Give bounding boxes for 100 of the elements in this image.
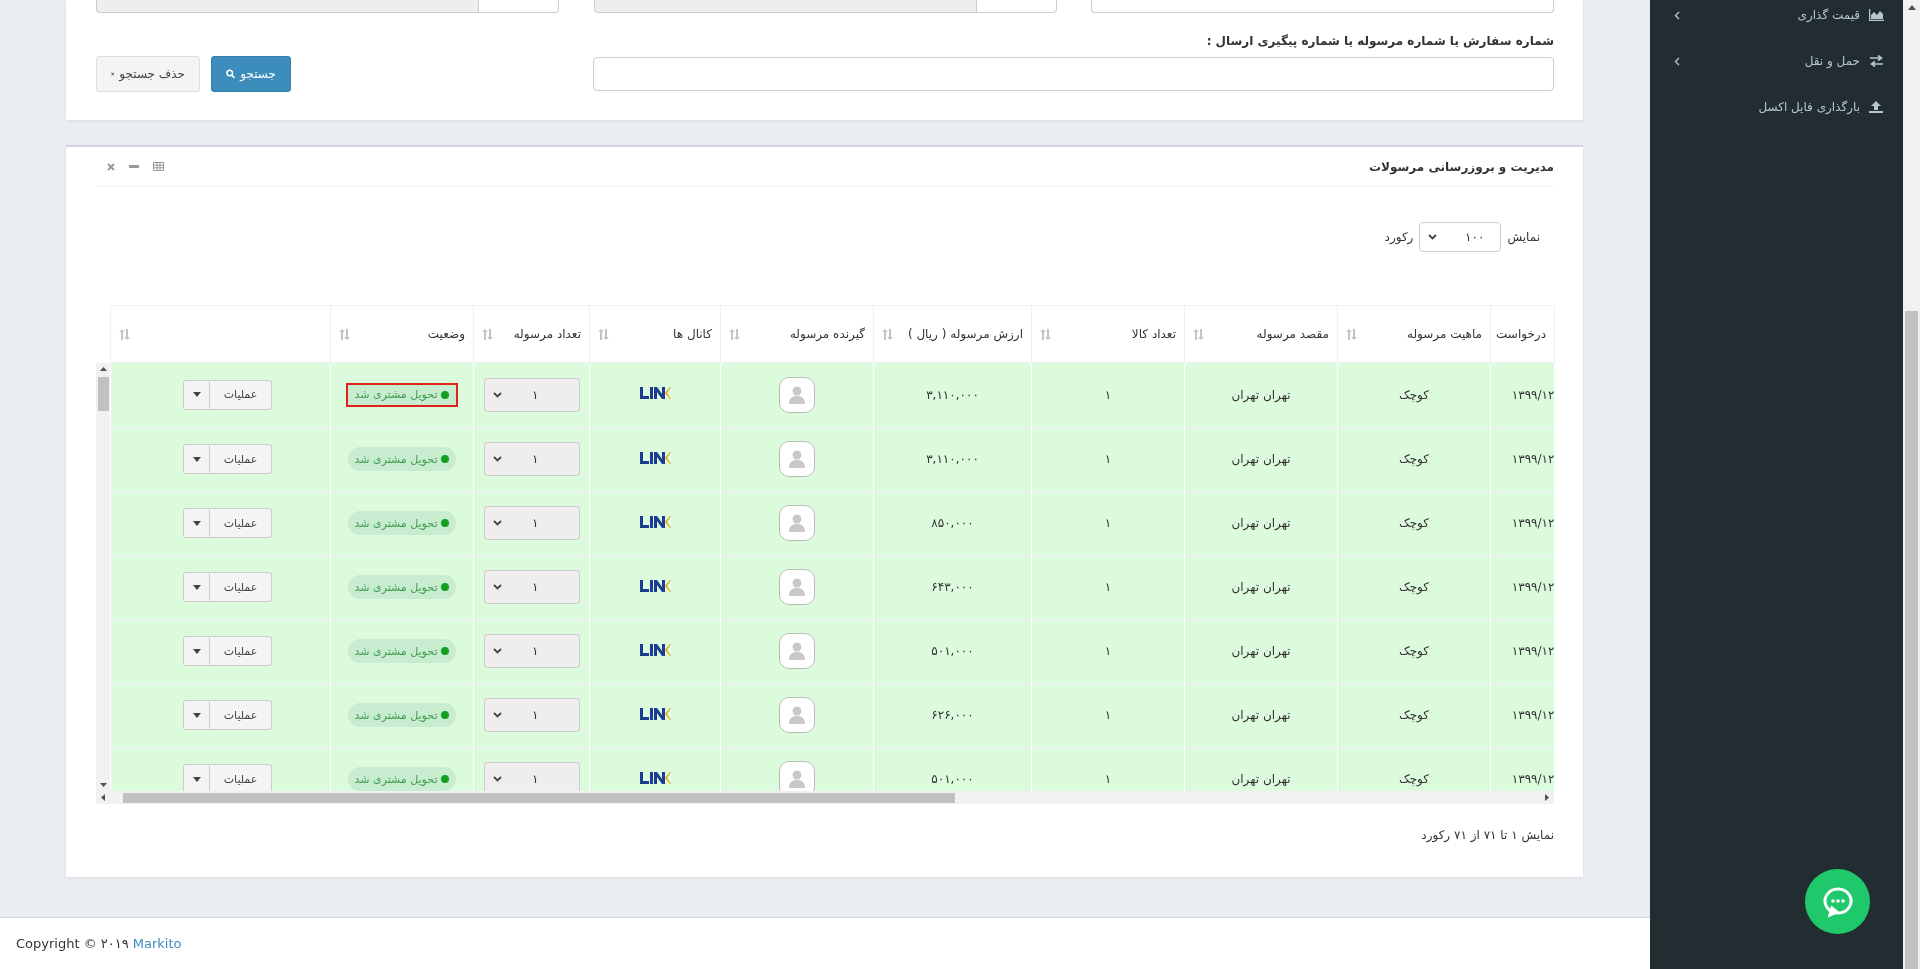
sort-icon[interactable] (1040, 328, 1051, 340)
avatar-button[interactable] (779, 633, 815, 669)
scrollbar-thumb[interactable] (97, 377, 109, 411)
scroll-up-icon[interactable] (1907, 5, 1916, 10)
table-cell: ۱ (1104, 516, 1112, 530)
scrollbar-thumb[interactable] (123, 792, 955, 803)
quantity-select[interactable]: ۱ (483, 506, 580, 540)
dropdown-toggle[interactable] (183, 636, 210, 666)
minimize-icon[interactable] (129, 165, 139, 168)
scroll-up-icon[interactable] (99, 367, 107, 371)
column-header[interactable]: گیرنده مرسوله (720, 305, 874, 363)
channel-logo (639, 578, 671, 593)
dropdown-toggle[interactable] (183, 572, 210, 602)
search-button[interactable]: جستجو (211, 56, 291, 92)
table-cell: ۱ (1104, 708, 1112, 722)
person-icon (789, 450, 805, 468)
dropdown-toggle[interactable] (183, 764, 210, 791)
operations-button[interactable]: عملیات (210, 572, 272, 602)
caret-icon (192, 392, 201, 398)
avatar-button[interactable] (779, 376, 815, 413)
operations-button[interactable]: عملیات (210, 764, 272, 791)
scrollbar-thumb[interactable] (1905, 311, 1918, 969)
avatar-button[interactable] (779, 505, 815, 541)
page-scrollbar[interactable] (1903, 0, 1920, 969)
vertical-scrollbar[interactable] (96, 363, 110, 791)
column-header[interactable]: ماهیت مرسوله (1337, 305, 1491, 363)
column-header[interactable]: وضعیت (330, 305, 474, 363)
sort-icon[interactable] (119, 328, 130, 340)
sidebar-item[interactable]: بارگذاری فایل اکسل (1650, 84, 1903, 130)
table-cell: ۱ (1104, 387, 1112, 402)
sort-icon[interactable] (482, 328, 493, 340)
input-field[interactable] (1091, 0, 1554, 13)
table-cell: کوچک (1398, 708, 1430, 722)
dropdown-toggle[interactable] (183, 700, 210, 730)
scroll-left-icon[interactable] (101, 794, 105, 801)
operations-button[interactable]: عملیات (210, 444, 272, 474)
person-icon (789, 385, 805, 404)
caret-icon (492, 648, 502, 654)
grid-icon[interactable] (153, 162, 164, 171)
caret-icon (492, 456, 502, 462)
channel-logo (639, 386, 671, 401)
table-cell: ۱ (1104, 772, 1112, 786)
person-icon (789, 514, 805, 532)
search-field[interactable] (593, 57, 1554, 91)
quantity-select[interactable]: ۱ (483, 762, 580, 791)
operations-button[interactable]: عملیات (210, 700, 272, 730)
sidebar-item[interactable]: حمل و نقل (1650, 38, 1903, 84)
page-size-select[interactable]: ۱۰۰ (1419, 222, 1502, 252)
avatar-button[interactable] (779, 441, 815, 477)
input-field[interactable] (593, 0, 977, 13)
scroll-right-icon[interactable] (1545, 794, 1549, 801)
operations-button[interactable]: عملیات (210, 508, 272, 538)
column-header[interactable]: تعداد کالا (1031, 305, 1185, 363)
sort-icon[interactable] (598, 328, 609, 340)
column-header[interactable]: کانال ها (589, 305, 721, 363)
sort-icon[interactable] (1346, 328, 1357, 340)
footer-link[interactable]: Markito (132, 936, 182, 951)
column-header[interactable]: تعداد مرسوله (473, 305, 590, 363)
table-cell: تهران تهران (1231, 708, 1291, 722)
sort-icon[interactable] (729, 328, 740, 340)
sort-icon[interactable] (1193, 328, 1204, 340)
table-info: نمایش ۱ تا ۷۱ از ۷۱ رکورد (1420, 828, 1554, 842)
dropdown-toggle[interactable] (183, 379, 210, 410)
column-header[interactable]: مقصد مرسوله (1184, 305, 1338, 363)
table-cell: کوچک (1398, 772, 1430, 786)
length-label: نمایش (1507, 230, 1540, 244)
table-cell-text: ۱۳۹۹/۱۲ (1510, 772, 1554, 786)
status-badge: تحویل مشتری شد (347, 703, 457, 727)
caret-icon (192, 520, 201, 526)
quantity-select[interactable]: ۱ (483, 377, 580, 412)
quantity-select[interactable]: ۱ (483, 442, 580, 476)
status-badge: تحویل مشتری شد (347, 447, 457, 471)
sort-icon[interactable] (339, 328, 350, 340)
dropdown-toggle[interactable] (183, 508, 210, 538)
avatar-button[interactable] (779, 761, 815, 791)
column-header[interactable]: درخواست (1490, 305, 1555, 363)
quantity-select[interactable]: ۱ (483, 698, 580, 732)
column-header[interactable]: ارزش مرسوله ( ریال ) (873, 305, 1032, 363)
quantity-select[interactable]: ۱ (483, 634, 580, 668)
dropdown-toggle[interactable] (183, 444, 210, 474)
caret-icon (192, 584, 201, 590)
caret-icon (192, 712, 201, 718)
input-field[interactable] (96, 0, 479, 13)
sort-icon[interactable] (882, 328, 893, 340)
scroll-down-icon[interactable] (99, 783, 107, 787)
avatar-button[interactable] (779, 697, 815, 733)
table-cell-text: ۱۳۹۹/۱۲ (1510, 580, 1554, 594)
operations-button[interactable]: عملیات (210, 636, 272, 666)
table-cell-text: ۱۳۹۹/۱۲ (1510, 387, 1554, 402)
caret-icon (492, 520, 502, 526)
sidebar-item[interactable]: قیمت گذاری (1650, 0, 1903, 38)
clear-search-button[interactable]: حذف جستجو (96, 56, 200, 92)
horizontal-scrollbar[interactable] (96, 791, 1554, 804)
caret-icon (492, 391, 502, 398)
avatar-button[interactable] (779, 569, 815, 605)
channel-logo (639, 706, 671, 721)
upload-icon (1869, 101, 1884, 113)
operations-button[interactable]: عملیات (210, 379, 272, 410)
quantity-select[interactable]: ۱ (483, 570, 580, 604)
close-icon[interactable] (107, 162, 115, 171)
